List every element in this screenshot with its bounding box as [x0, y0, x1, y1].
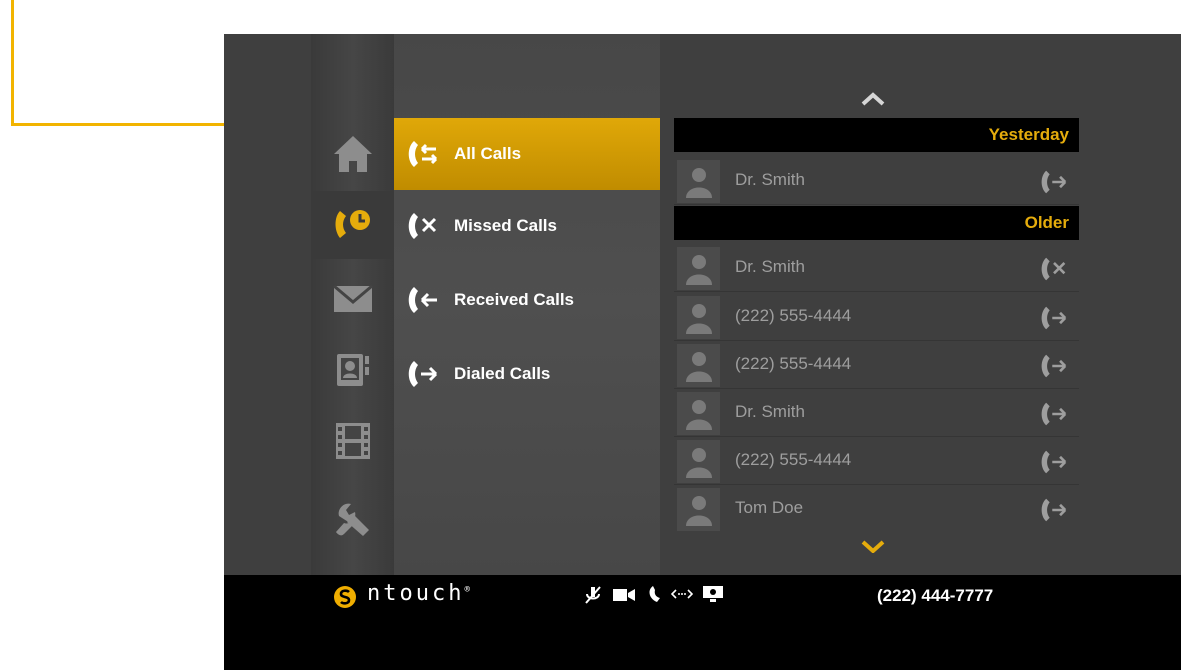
scroll-up-chevron-icon[interactable] [861, 92, 885, 106]
avatar [677, 392, 720, 435]
call-row[interactable]: Dr. Smith [674, 244, 1079, 292]
nav-contacts[interactable] [311, 336, 395, 404]
phone-icon[interactable] [648, 585, 662, 603]
all-calls-icon [408, 141, 438, 167]
menu-item-all-calls[interactable]: All Calls [394, 118, 660, 190]
video-camera-icon[interactable] [613, 588, 635, 602]
person-silhouette-icon [685, 447, 712, 478]
avatar [677, 488, 720, 531]
menu-item-label: All Calls [454, 144, 522, 163]
film-icon [336, 423, 370, 459]
person-silhouette-icon [685, 254, 712, 285]
sorenson-logo-icon [334, 586, 356, 608]
missed-call-icon [1041, 257, 1066, 281]
dialed-call-icon [1041, 170, 1067, 194]
nav-call-history[interactable] [311, 191, 395, 259]
callout-line-vertical [11, 0, 14, 126]
main-nav [311, 34, 395, 575]
mic-muted-icon[interactable] [584, 585, 602, 605]
dialed-call-icon [1041, 402, 1067, 426]
caller-name: Dr. Smith [735, 402, 805, 421]
caller-name: Dr. Smith [735, 170, 805, 189]
screen-share-icon[interactable] [702, 585, 724, 603]
dialed-call-icon [408, 361, 438, 387]
status-bar: ntouch® (222) 444-7777 [224, 575, 1181, 670]
menu-item-received-calls[interactable]: Received Calls [394, 264, 660, 336]
device-screen: All Calls Missed Calls Received Calls Di… [224, 34, 1181, 670]
avatar [677, 160, 720, 203]
call-history-icon [335, 210, 370, 238]
own-phone-number: (222) 444-7777 [877, 586, 994, 605]
group-header-older: Older [674, 206, 1079, 240]
person-silhouette-icon [685, 495, 712, 526]
registered-mark: ® [464, 585, 470, 595]
envelope-icon [333, 285, 373, 312]
brand-name: ntouch® [367, 581, 470, 606]
dialed-call-icon [1041, 450, 1067, 474]
caller-name: Dr. Smith [735, 257, 805, 276]
dialed-call-icon [1041, 498, 1067, 522]
menu-item-label: Received Calls [454, 290, 575, 309]
caller-name: (222) 555-4444 [735, 450, 852, 469]
network-icon[interactable] [671, 588, 693, 600]
menu-item-dialed-calls[interactable]: Dialed Calls [394, 338, 660, 410]
person-silhouette-icon [685, 351, 712, 382]
nav-messages[interactable] [311, 265, 395, 333]
nav-home[interactable] [311, 120, 395, 188]
call-row[interactable]: Dr. Smith [674, 157, 1079, 205]
call-row[interactable]: (222) 555-4444 [674, 437, 1079, 485]
home-icon [334, 136, 372, 172]
caller-name: (222) 555-4444 [735, 354, 852, 373]
group-header-yesterday: Yesterday [674, 118, 1079, 152]
avatar [677, 344, 720, 387]
nav-settings[interactable] [311, 484, 395, 552]
person-silhouette-icon [685, 303, 712, 334]
menu-item-label: Missed Calls [454, 216, 557, 235]
person-silhouette-icon [685, 167, 712, 198]
caller-name: Tom Doe [735, 498, 804, 517]
menu-item-missed-calls[interactable]: Missed Calls [394, 190, 660, 262]
missed-call-icon [408, 213, 437, 239]
contact-book-icon [337, 354, 369, 386]
call-row[interactable]: Dr. Smith [674, 389, 1079, 437]
brand-text: ntouch [367, 581, 465, 606]
wrench-icon [336, 503, 369, 536]
avatar [677, 247, 720, 290]
avatar [677, 440, 720, 483]
call-row[interactable]: (222) 555-4444 [674, 341, 1079, 389]
person-silhouette-icon [685, 399, 712, 430]
nav-videos[interactable] [311, 407, 395, 475]
dialed-call-icon [1041, 354, 1067, 378]
caller-name: (222) 555-4444 [735, 306, 852, 325]
received-call-icon [408, 287, 437, 313]
avatar [677, 296, 720, 339]
call-row[interactable]: (222) 555-4444 [674, 293, 1079, 341]
scroll-down-chevron-icon[interactable] [861, 539, 885, 553]
call-row[interactable]: Tom Doe [674, 485, 1079, 533]
call-filter-menu: All Calls Missed Calls Received Calls Di… [394, 34, 660, 575]
dialed-call-icon [1041, 306, 1067, 330]
menu-item-label: Dialed Calls [454, 364, 551, 383]
